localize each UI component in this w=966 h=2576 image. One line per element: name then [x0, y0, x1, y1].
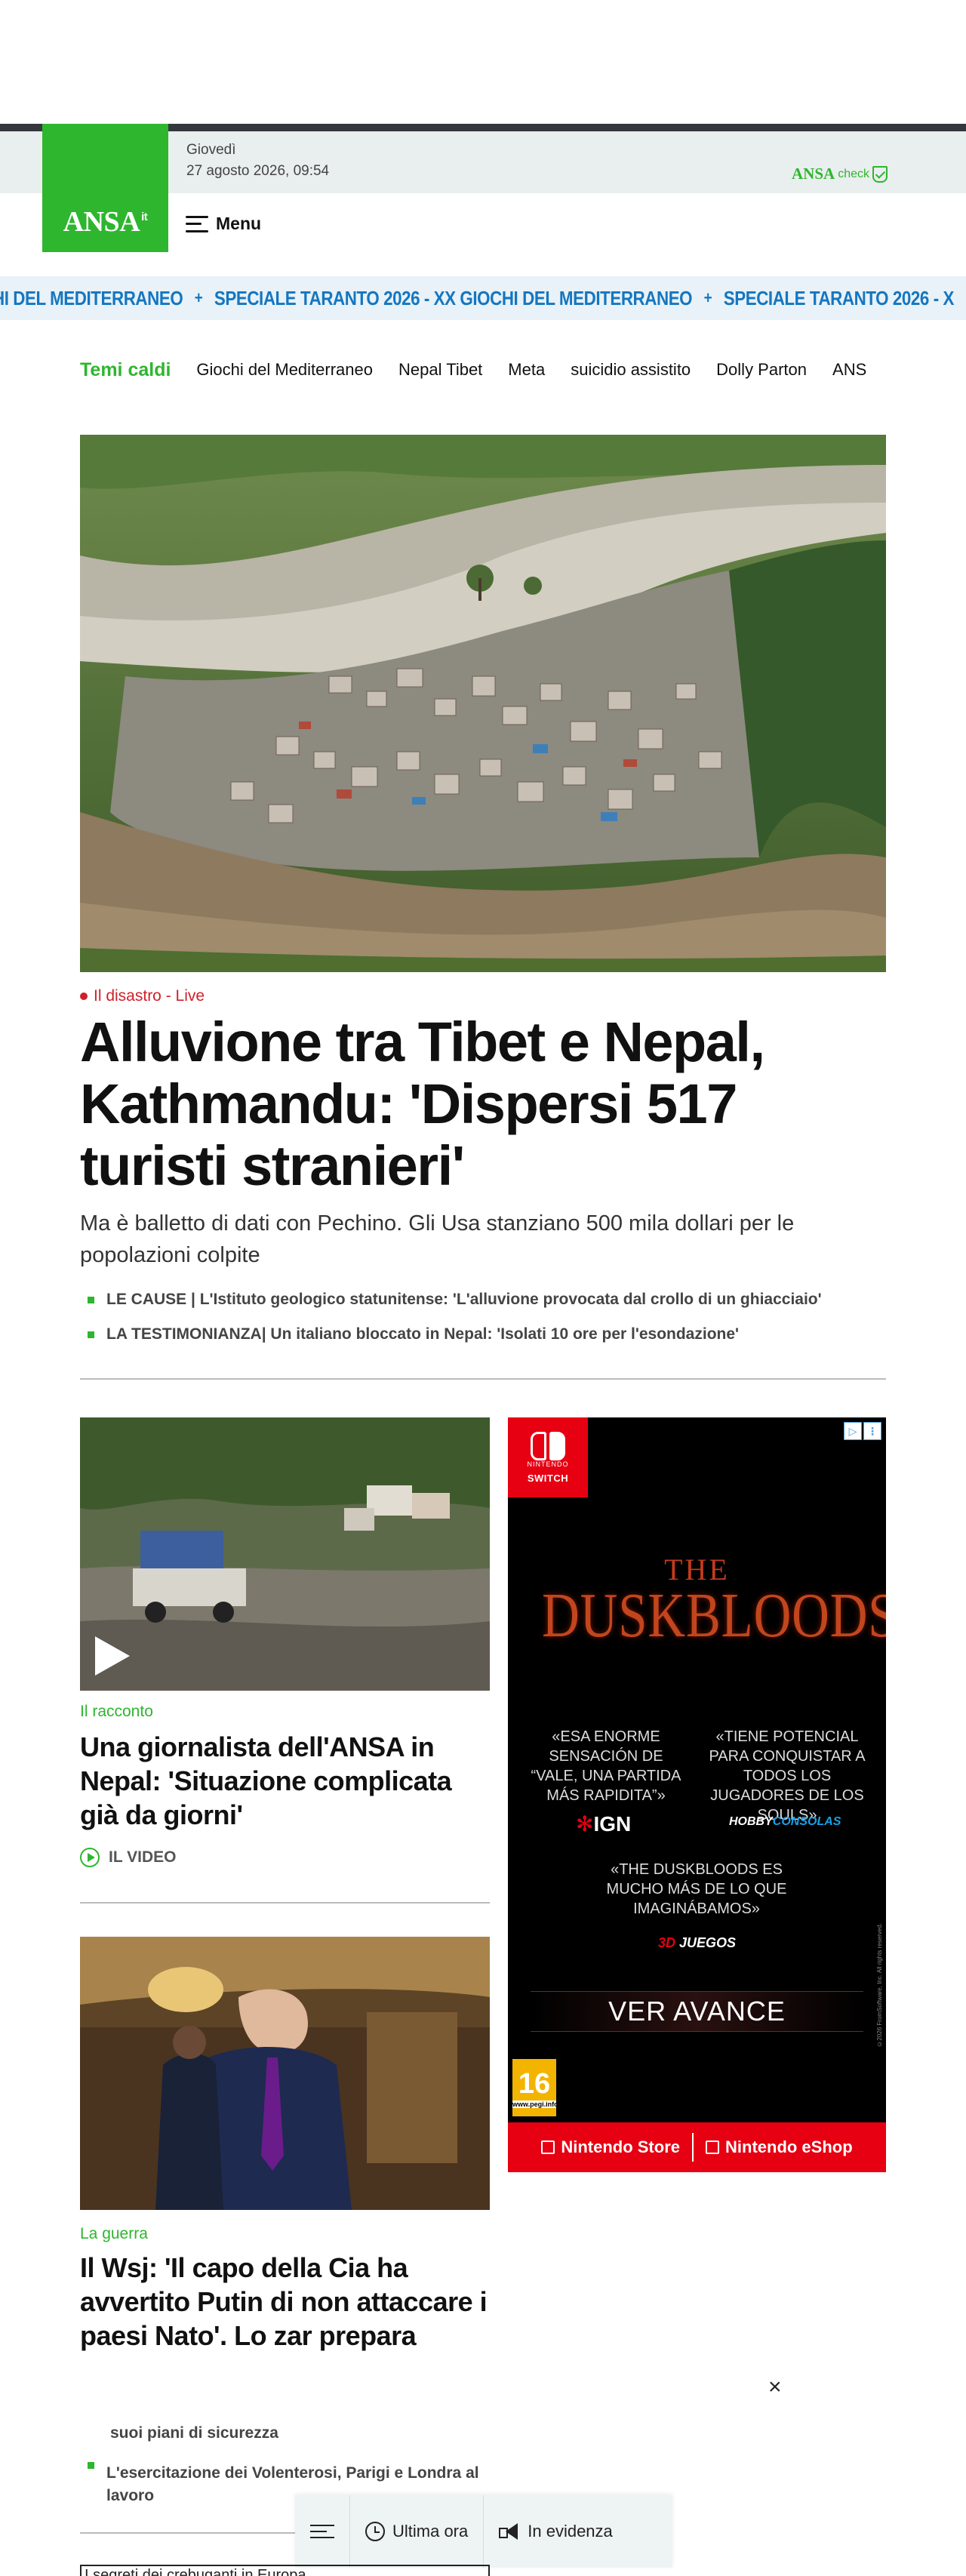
shopping-bag-icon [706, 2141, 719, 2154]
close-icon[interactable]: × [768, 2374, 782, 2400]
megaphone-icon [499, 2523, 520, 2540]
ansacheck-sub: check [838, 167, 869, 180]
logo-text: ANSA it [63, 206, 148, 238]
ad-quote: «THE DUSKBLOODS ES MUCHO MÁS DE LO QUE I… [606, 1861, 787, 1917]
menu-label: Menu [216, 214, 262, 233]
switch-icon [531, 1431, 565, 1460]
topic-link[interactable]: suicidio assistito [571, 360, 691, 380]
hamburger-icon [310, 2525, 334, 2538]
ansacheck-link[interactable]: ANSA check [792, 165, 888, 183]
ticker-item[interactable]: SPECIALE TARANTO 2026 - XX GIOCHI DEL ME… [214, 287, 693, 310]
adchoices-icon[interactable]: ▷ [844, 1422, 862, 1440]
latest-news-label: Ultima ora [392, 2522, 469, 2541]
switch-brand: SWITCH [527, 1472, 569, 1484]
related-link[interactable]: LE CAUSE | L'Istituto geologico statunit… [88, 1291, 822, 1309]
adchoices[interactable]: ▷ ⋮ [844, 1422, 881, 1440]
nintendo-store-link[interactable]: Nintendo Store [541, 2137, 680, 2157]
hot-topics-nav: Temi caldi Giochi del Mediterraneo Nepal… [80, 355, 892, 385]
topic-link[interactable]: ANS [832, 360, 866, 380]
shield-check-icon [872, 165, 888, 183]
ticker-item[interactable]: SPECIALE TARANTO 2026 - X [724, 287, 955, 310]
news-ticker[interactable]: HI DEL MEDITERRANEO + SPECIALE TARANTO 2… [0, 276, 966, 320]
card-title[interactable]: Una giornalista dell'ANSA in Nepal: 'Sit… [80, 1730, 490, 1832]
ad-copyright: ©2026 FromSoftware, Inc. All rights rese… [876, 1923, 883, 2048]
card-thumbnail[interactable] [80, 1937, 490, 2210]
ad-store-bar[interactable]: Nintendo Store Nintendo eShop [508, 2122, 886, 2172]
hero-headline[interactable]: Alluvione tra Tibet e Nepal, Kathmandu: … [80, 1011, 895, 1197]
ad-quote: «ESA ENORME SENSACIÓN DE “VALE, UNA PART… [531, 1728, 681, 1804]
featured-button[interactable]: In evidenza [484, 2495, 628, 2568]
hero-kicker-text: Il disastro - Live [94, 987, 205, 1005]
hot-topics-label: Temi caldi [80, 359, 171, 380]
video-link[interactable]: IL VIDEO [80, 1848, 176, 1867]
hero-subhead: Ma è balletto di dati con Pechino. Gli U… [80, 1211, 795, 1267]
topic-link[interactable]: Nepal Tibet [398, 360, 482, 380]
card-kicker[interactable]: Il racconto [80, 1703, 153, 1721]
clock-icon [365, 2522, 385, 2541]
ticker-separator: + [703, 288, 712, 307]
ticker-separator: + [194, 288, 203, 307]
play-circle-icon [80, 1848, 100, 1867]
topic-link[interactable]: Dolly Parton [716, 360, 807, 380]
hero-kicker[interactable]: Il disastro - Live [80, 987, 205, 1005]
latest-news-button[interactable]: Ultima ora [350, 2495, 485, 2568]
ad-cta-button[interactable]: VER AVANCE [531, 1991, 863, 2032]
hamburger-icon [186, 215, 208, 232]
hobbyconsolas-logo: HOBBYCONSOLAS [729, 1815, 841, 1828]
bottom-nav: Ultima ora In evidenza [295, 2495, 672, 2568]
menu-button[interactable]: Menu [186, 214, 261, 234]
date-day: Giovedì [186, 142, 236, 158]
date-full: 27 agosto 2026, 09:54 [186, 163, 330, 179]
section-divider [80, 1378, 886, 1380]
bottom-menu-button[interactable] [295, 2495, 350, 2568]
partial-box[interactable]: I segreti dei crebuganti in Europa [80, 2565, 490, 2576]
ad-store-divider [692, 2133, 694, 2162]
card-video-thumbnail[interactable] [80, 1417, 490, 1691]
ansacheck-main: ANSA [792, 165, 835, 183]
ansa-logo[interactable]: ANSA it [42, 124, 168, 252]
hero-image[interactable] [80, 435, 886, 972]
related-link[interactable]: LA TESTIMONIANZA| Un italiano bloccato i… [88, 1325, 739, 1343]
live-dot-icon [80, 993, 88, 1000]
featured-label: In evidenza [528, 2522, 613, 2541]
ign-logo: ✻IGN [576, 1812, 632, 1836]
3djuegos-logo: 3D JUEGOS [657, 1935, 737, 1950]
card-divider [80, 1902, 490, 1904]
topic-link[interactable]: Meta [508, 360, 545, 380]
advertisement[interactable]: NINTENDO SWITCH ▷ ⋮ THE DUSKBLOODS «ESA … [508, 1417, 886, 2172]
nintendo-switch-logo: NINTENDO SWITCH [508, 1417, 588, 1497]
nintendo-eshop-link[interactable]: Nintendo eShop [706, 2137, 853, 2157]
card-related-truncated[interactable]: suoi piani di sicurezza [110, 2424, 278, 2442]
ad-more-icon[interactable]: ⋮ [863, 1422, 881, 1440]
switch-brand-pre: NINTENDO [527, 1460, 569, 1468]
ad-game-title: DUSKBLOODS [542, 1580, 886, 1651]
pegi-rating-icon: 16 www.pegi.info [512, 2059, 558, 2116]
video-link-label: IL VIDEO [109, 1848, 177, 1866]
shopping-bag-icon [541, 2141, 555, 2154]
topic-link[interactable]: Giochi del Mediterraneo [196, 360, 373, 380]
card-kicker[interactable]: La guerra [80, 2225, 148, 2243]
ad-quote: «TIENE POTENCIAL PARA CONQUISTAR A TODOS… [709, 1728, 866, 1824]
card-title[interactable]: Il Wsj: 'Il capo della Cia ha avvertito … [80, 2251, 490, 2353]
ticker-item[interactable]: HI DEL MEDITERRANEO [0, 287, 183, 310]
play-icon[interactable] [95, 1636, 130, 1676]
